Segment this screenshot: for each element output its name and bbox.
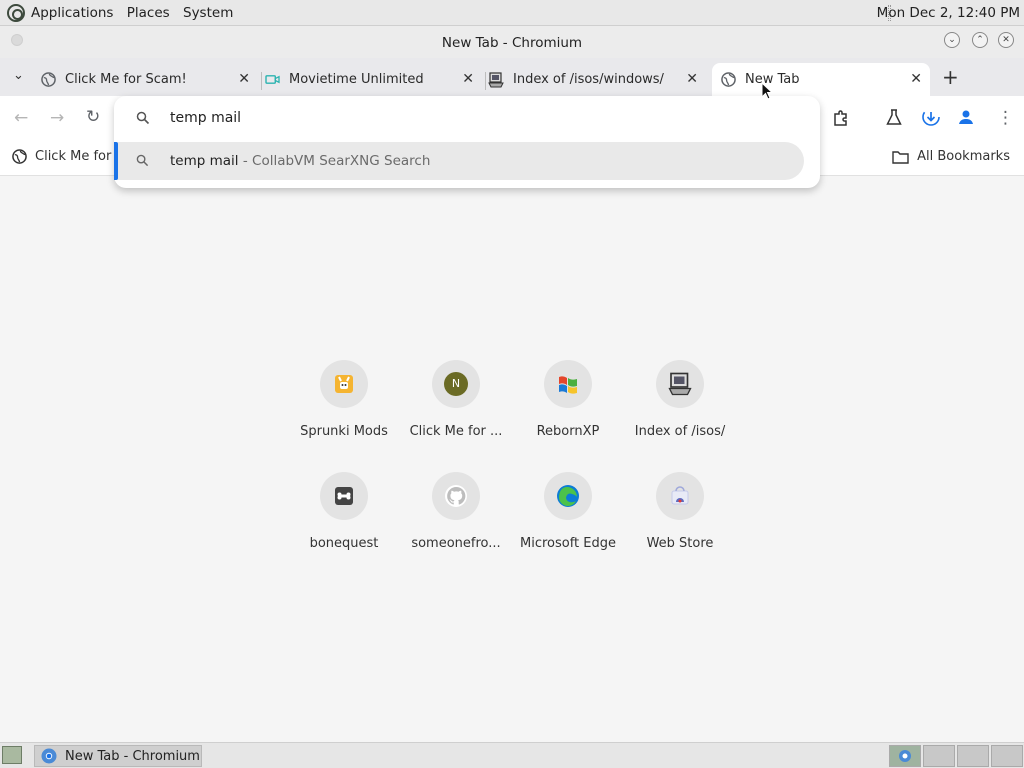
shortcut-tile[interactable]: Sprunki Mods: [288, 360, 400, 439]
tab-index-of-isos-windows[interactable]: Index of /isos/windows/ ✕: [488, 63, 706, 96]
forward-arrow-icon[interactable]: →: [50, 108, 64, 128]
shortcut-tile[interactable]: RebornXP: [512, 360, 624, 439]
taskbar-window-button[interactable]: New Tab - Chromium: [34, 745, 202, 767]
tab-separator: [261, 72, 262, 90]
omnibox-suggestion[interactable]: temp mail - CollabVM SearXNG Search: [114, 142, 804, 180]
new-tab-plus-icon[interactable]: +: [942, 65, 959, 89]
folder-icon: [892, 150, 909, 164]
workspace-2[interactable]: [923, 745, 955, 767]
shortcut-tile[interactable]: N Click Me for ...: [400, 360, 512, 439]
profile-avatar-icon[interactable]: [957, 108, 975, 131]
globe-icon: [720, 72, 736, 88]
tab-label: Index of /isos/windows/: [513, 72, 664, 87]
system-menu[interactable]: System: [183, 5, 233, 21]
tab-click-me-for-scam[interactable]: Click Me for Scam! ✕: [40, 63, 258, 96]
shortcut-label: someonefro...: [411, 536, 501, 551]
shortcut-label: Web Store: [646, 536, 714, 551]
sprunki-icon: [320, 360, 368, 408]
applications-menu[interactable]: Applications: [31, 5, 113, 21]
tab-separator: [485, 72, 486, 90]
tab-close-icon[interactable]: ✕: [238, 71, 250, 87]
tab-close-icon[interactable]: ✕: [910, 71, 922, 87]
workspace-4[interactable]: [991, 745, 1023, 767]
suggestion-description: CollabVM SearXNG Search: [252, 153, 431, 169]
close-window-button[interactable]: ✕: [998, 32, 1014, 48]
shortcut-tile[interactable]: Index of /isos/: [624, 360, 736, 439]
shortcut-label: Microsoft Edge: [519, 536, 616, 551]
globe-icon: [12, 149, 27, 164]
computer-icon: [488, 71, 504, 88]
new-tab-page: Sprunki Mods N Click Me for ... RebornXP…: [0, 176, 1024, 742]
search-icon: [136, 154, 149, 171]
bone-icon: [320, 472, 368, 520]
distro-logo-icon[interactable]: [7, 3, 25, 22]
all-bookmarks-label: All Bookmarks: [917, 149, 1010, 164]
globe-icon: [40, 72, 56, 88]
window-titlebar[interactable]: New Tab - Chromium ⌄ ⌃ ✕: [0, 26, 1024, 58]
taskbar-window-label: New Tab - Chromium: [65, 748, 200, 764]
labs-flask-icon[interactable]: [886, 109, 902, 131]
letter-n-badge: N: [444, 372, 468, 396]
web-store-icon: [656, 472, 704, 520]
tab-search-chevron-icon[interactable]: ⌄: [13, 68, 24, 83]
chromium-icon: [41, 748, 57, 764]
window-title: New Tab - Chromium: [441, 35, 583, 51]
extensions-puzzle-icon[interactable]: [832, 109, 850, 132]
mouse-cursor-icon: [761, 81, 774, 104]
address-bar-input[interactable]: temp mail: [170, 110, 241, 126]
tab-new-tab[interactable]: New Tab ✕: [712, 63, 930, 96]
shortcut-label: Sprunki Mods: [300, 424, 388, 439]
letter-n-icon: N: [432, 360, 480, 408]
panel-menus: Applications Places System: [31, 5, 242, 21]
edge-icon: [544, 472, 592, 520]
shortcut-tile[interactable]: Microsoft Edge: [512, 472, 624, 551]
clock[interactable]: Mon Dec 2, 12:40 PM: [877, 5, 1020, 21]
windows-xp-icon: [544, 360, 592, 408]
shortcut-tile[interactable]: Web Store: [624, 472, 736, 551]
computer-icon: [656, 360, 704, 408]
shortcut-label: Click Me for ...: [409, 424, 503, 439]
workspace-1[interactable]: [889, 745, 921, 767]
bottom-taskbar: New Tab - Chromium: [0, 742, 1024, 768]
all-bookmarks-button[interactable]: All Bookmarks: [892, 149, 1010, 164]
tab-close-icon[interactable]: ✕: [686, 71, 698, 87]
tab-movietime-unlimited[interactable]: Movietime Unlimited ✕: [264, 63, 482, 96]
suggestion-query: temp mail: [170, 153, 239, 169]
back-arrow-icon[interactable]: ←: [14, 108, 28, 128]
search-icon: [136, 111, 150, 129]
maximize-button[interactable]: ⌃: [972, 32, 988, 48]
omnibox-dropdown: temp mail temp mail - CollabVM SearXNG S…: [114, 96, 820, 188]
tab-close-icon[interactable]: ✕: [462, 71, 474, 87]
suggestion-focus-bar: [114, 142, 118, 180]
reload-icon[interactable]: ↻: [86, 107, 100, 127]
workspace-3[interactable]: [957, 745, 989, 767]
places-menu[interactable]: Places: [127, 5, 170, 21]
suggestion-separator: -: [238, 153, 253, 169]
shortcut-tile[interactable]: someonefro...: [400, 472, 512, 551]
shortcut-label: RebornXP: [536, 424, 600, 439]
suggestion-text: temp mail - CollabVM SearXNG Search: [170, 153, 430, 169]
shortcut-tile[interactable]: bonequest: [288, 472, 400, 551]
tab-strip: ⌄ Click Me for Scam! ✕ Movietime Unlimit…: [0, 58, 1024, 96]
show-desktop-icon[interactable]: [2, 746, 22, 764]
minimize-button[interactable]: ⌄: [944, 32, 960, 48]
tab-label: Movietime Unlimited: [289, 72, 424, 87]
top-panel: Applications Places System Mon Dec 2, 12…: [0, 0, 1024, 26]
shortcut-label: Index of /isos/: [634, 424, 726, 439]
download-icon[interactable]: [921, 107, 941, 132]
shortcut-label: bonequest: [309, 536, 379, 551]
github-icon: [432, 472, 480, 520]
tab-label: Click Me for Scam!: [65, 72, 187, 87]
film-icon: [264, 72, 280, 88]
menu-kebab-icon[interactable]: ⋮: [997, 108, 1014, 128]
